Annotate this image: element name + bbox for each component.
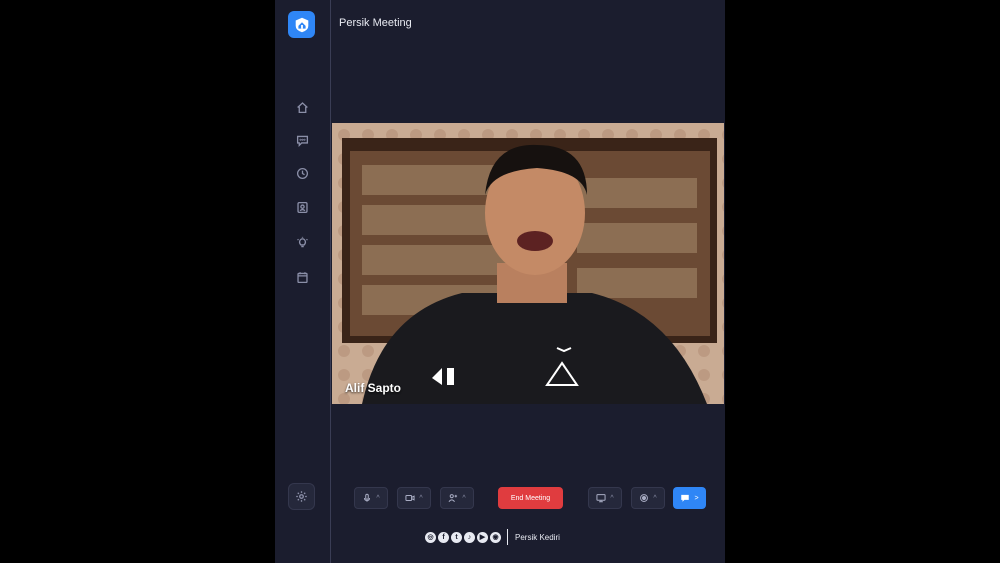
instagram-icon[interactable]: ◎ [425, 531, 436, 543]
chevron-right-icon: > [694, 494, 699, 502]
footer-social: ◎ f t ♪ ▶ ◉ Persik Kediri [425, 529, 560, 545]
sidebar [275, 0, 331, 563]
meeting-app-window: Persik Meeting Alif Sapto ^ ^ ^ End Meet… [275, 0, 725, 563]
sidebar-item-chat[interactable] [275, 134, 330, 147]
participant-video-tile[interactable]: Alif Sapto [332, 123, 724, 404]
gear-icon [296, 491, 307, 502]
contact-card-icon [297, 201, 308, 214]
chevron-up-icon: ^ [610, 494, 614, 502]
mic-button[interactable]: ^ [354, 487, 388, 509]
youtube-icon[interactable]: ▶ [477, 531, 488, 543]
lightbulb-icon [297, 236, 308, 248]
screen-share-button[interactable]: ^ [588, 487, 622, 509]
chevron-up-icon: ^ [653, 494, 657, 502]
add-user-icon [448, 494, 458, 503]
facebook-icon[interactable]: f [438, 531, 449, 543]
camera-button[interactable]: ^ [397, 487, 431, 509]
chevron-up-icon: ^ [419, 494, 423, 502]
chevron-up-icon: ^ [462, 494, 466, 502]
chat-bubble-icon [296, 135, 309, 147]
video-camera-icon [405, 495, 415, 501]
sidebar-item-home[interactable] [275, 101, 330, 114]
persik-crest-icon [295, 17, 308, 32]
meeting-controls-bar: ^ ^ ^ End Meeting ^ ^ > [330, 470, 725, 526]
sidebar-item-calendar[interactable] [275, 271, 330, 284]
app-logo[interactable] [288, 11, 315, 38]
end-meeting-button[interactable]: End Meeting [498, 487, 563, 509]
tiktok-icon[interactable]: ♪ [464, 531, 475, 543]
sidebar-item-ideas[interactable] [275, 236, 330, 249]
settings-button[interactable] [288, 483, 315, 510]
microphone-icon [364, 493, 371, 502]
sidebar-item-contacts[interactable] [275, 201, 330, 214]
sidebar-item-history[interactable] [275, 167, 330, 180]
page-title: Persik Meeting [339, 17, 412, 29]
participant-name-label: Alif Sapto [345, 381, 401, 395]
screen-share-icon [596, 494, 606, 503]
chat-button[interactable]: > [673, 487, 706, 509]
brand-label: Persik Kediri [515, 532, 560, 542]
record-button[interactable]: ^ [631, 487, 665, 509]
footer-divider [507, 529, 508, 545]
website-icon[interactable]: ◉ [490, 531, 501, 543]
calendar-icon [297, 272, 308, 284]
record-icon [640, 494, 649, 502]
participant-video-feed [332, 123, 724, 404]
participants-button[interactable]: ^ [440, 487, 474, 509]
chat-icon [681, 494, 690, 502]
home-icon [297, 102, 308, 114]
chevron-up-icon: ^ [376, 494, 380, 502]
clock-icon [296, 167, 309, 180]
twitter-icon[interactable]: t [451, 531, 462, 543]
